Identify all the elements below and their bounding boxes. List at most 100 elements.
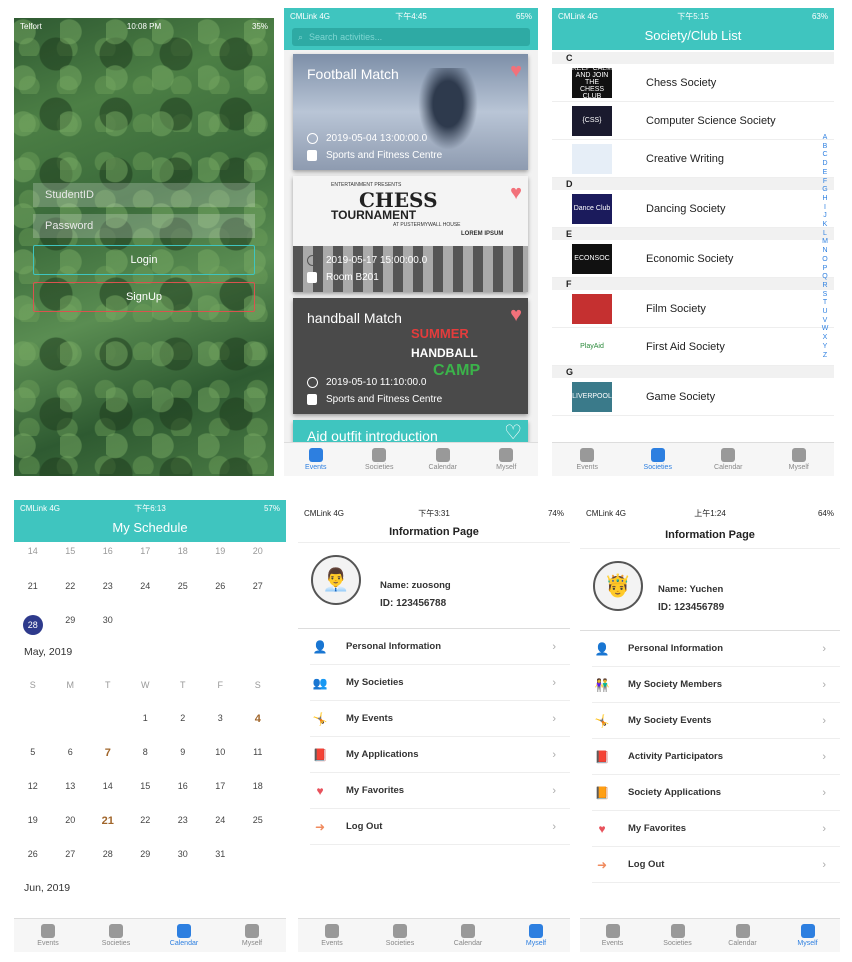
club-item[interactable]: Dance Club Dancing Society <box>552 190 834 228</box>
calendar-day[interactable]: 30 <box>89 615 127 635</box>
event-card[interactable]: SUMMER HANDBALL CAMP handball Match ♥ 20… <box>293 298 528 414</box>
tab-societies[interactable]: Societies <box>348 443 412 476</box>
calendar-day[interactable]: 17 <box>127 546 165 556</box>
tab-societies[interactable]: Societies <box>82 919 150 952</box>
calendar-day[interactable]: 25 <box>164 581 202 591</box>
calendar-day[interactable]: 11 <box>239 747 277 759</box>
tab-myself[interactable]: Myself <box>475 443 539 476</box>
event-day[interactable]: 4 <box>239 713 277 725</box>
tab-events[interactable]: Events <box>284 443 348 476</box>
calendar-day[interactable]: 13 <box>52 781 90 791</box>
menu-item[interactable]: 👥 My Societies › <box>310 665 570 701</box>
calendar-day[interactable]: T <box>164 680 202 690</box>
calendar-day[interactable]: 16 <box>89 546 127 556</box>
calendar-day[interactable]: 20 <box>52 815 90 827</box>
club-item[interactable]: PlayAid First Aid Society <box>552 328 834 366</box>
alphabet-letter[interactable]: K <box>820 221 830 230</box>
club-item[interactable]: Creative Writing <box>552 140 834 178</box>
calendar-day[interactable]: 5 <box>14 747 52 759</box>
calendar-day[interactable]: 16 <box>164 781 202 791</box>
calendar-day[interactable]: 6 <box>52 747 90 759</box>
search-input[interactable]: ⌕ Search activities... <box>292 28 530 46</box>
alphabet-letter[interactable]: N <box>820 247 830 256</box>
tab-events[interactable]: Events <box>552 443 623 476</box>
event-day[interactable]: 7 <box>89 747 127 759</box>
calendar-day[interactable]: 18 <box>239 781 277 791</box>
club-item[interactable]: Film Society <box>552 290 834 328</box>
calendar-day[interactable]: 3 <box>202 713 240 725</box>
calendar-day[interactable]: 14 <box>14 546 52 556</box>
menu-item[interactable]: 👫 My Society Members › <box>592 667 840 703</box>
club-item[interactable]: {CSS} Computer Science Society <box>552 102 834 140</box>
alphabet-letter[interactable]: F <box>820 178 830 187</box>
calendar-day[interactable]: 27 <box>52 849 90 859</box>
menu-item[interactable]: 🤸 My Events › <box>310 701 570 737</box>
tab-events[interactable]: Events <box>14 919 82 952</box>
heart-icon[interactable]: ♥ <box>510 304 522 327</box>
menu-item[interactable]: 📕 Activity Participators › <box>592 739 840 775</box>
alphabet-letter[interactable]: M <box>820 238 830 247</box>
calendar-day[interactable]: 22 <box>127 815 165 827</box>
tab-calendar[interactable]: Calendar <box>411 443 475 476</box>
tab-myself[interactable]: Myself <box>775 919 840 952</box>
menu-item[interactable]: 📙 Society Applications › <box>592 775 840 811</box>
calendar-day[interactable]: 19 <box>14 815 52 827</box>
event-card[interactable]: ENTERTAINMENT PRESENTS CHESS TOURNAMENT … <box>293 176 528 292</box>
calendar-day[interactable]: 18 <box>164 546 202 556</box>
tab-events[interactable]: Events <box>580 919 645 952</box>
calendar-day[interactable]: 26 <box>14 849 52 859</box>
calendar-day[interactable]: 20 <box>239 546 277 556</box>
tab-events[interactable]: Events <box>298 919 366 952</box>
alphabet-letter[interactable]: Q <box>820 273 830 282</box>
tab-societies[interactable]: Societies <box>366 919 434 952</box>
calendar-day[interactable]: 15 <box>52 546 90 556</box>
calendar-day[interactable]: 23 <box>164 815 202 827</box>
alphabet-letter[interactable]: D <box>820 160 830 169</box>
tab-societies[interactable]: Societies <box>623 443 694 476</box>
alphabet-letter[interactable]: Z <box>820 352 830 361</box>
alphabet-letter[interactable]: B <box>820 143 830 152</box>
selected-day-marker[interactable]: 28 <box>22 615 43 635</box>
password-field[interactable]: Password <box>33 214 255 238</box>
calendar-day[interactable]: S <box>14 680 52 690</box>
calendar-day[interactable]: 31 <box>202 849 240 859</box>
alphabet-letter[interactable]: Y <box>820 343 830 352</box>
calendar-day[interactable]: 22 <box>52 581 90 591</box>
alphabet-letter[interactable]: R <box>820 282 830 291</box>
calendar-day[interactable]: 19 <box>202 546 240 556</box>
alphabet-letter[interactable]: T <box>820 299 830 308</box>
calendar-day[interactable]: 28 <box>14 615 52 635</box>
calendar-day[interactable]: 9 <box>164 747 202 759</box>
club-item[interactable]: LIVERPOOL Game Society <box>552 378 834 416</box>
alphabet-letter[interactable]: E <box>820 169 830 178</box>
calendar-day[interactable]: F <box>202 680 240 690</box>
heart-icon[interactable]: ♥ <box>510 60 522 83</box>
alphabet-letter[interactable]: I <box>820 204 830 213</box>
calendar-day[interactable]: 27 <box>239 581 277 591</box>
menu-item[interactable]: 📕 My Applications › <box>310 737 570 773</box>
event-day[interactable]: 21 <box>89 815 127 827</box>
calendar-day[interactable]: 14 <box>89 781 127 791</box>
calendar-day[interactable]: 29 <box>52 615 90 635</box>
menu-item[interactable]: 🤸 My Society Events › <box>592 703 840 739</box>
club-item[interactable]: KEEP CALM AND JOIN THE CHESS CLUB Chess S… <box>552 64 834 102</box>
menu-item[interactable]: ♥ My Favorites › <box>310 773 570 809</box>
calendar-day[interactable]: 12 <box>14 781 52 791</box>
menu-item[interactable]: ➜ Log Out › <box>592 847 840 883</box>
alphabet-letter[interactable]: A <box>820 134 830 143</box>
menu-item[interactable]: 👤 Personal Information › <box>310 629 570 665</box>
menu-item[interactable]: ➜ Log Out › <box>310 809 570 845</box>
tab-calendar[interactable]: Calendar <box>710 919 775 952</box>
alphabet-letter[interactable]: V <box>820 317 830 326</box>
tab-societies[interactable]: Societies <box>645 919 710 952</box>
alphabet-letter[interactable]: W <box>820 325 830 334</box>
calendar-day[interactable]: 29 <box>127 849 165 859</box>
login-button[interactable]: Login <box>33 245 255 275</box>
alphabet-letter[interactable]: P <box>820 265 830 274</box>
calendar-day[interactable]: 25 <box>239 815 277 827</box>
alphabet-letter[interactable]: X <box>820 334 830 343</box>
student-id-field[interactable]: StudentID <box>33 183 255 207</box>
alphabet-letter[interactable]: C <box>820 151 830 160</box>
heart-icon[interactable]: ♥ <box>510 182 522 205</box>
calendar-day[interactable]: 1 <box>127 713 165 725</box>
